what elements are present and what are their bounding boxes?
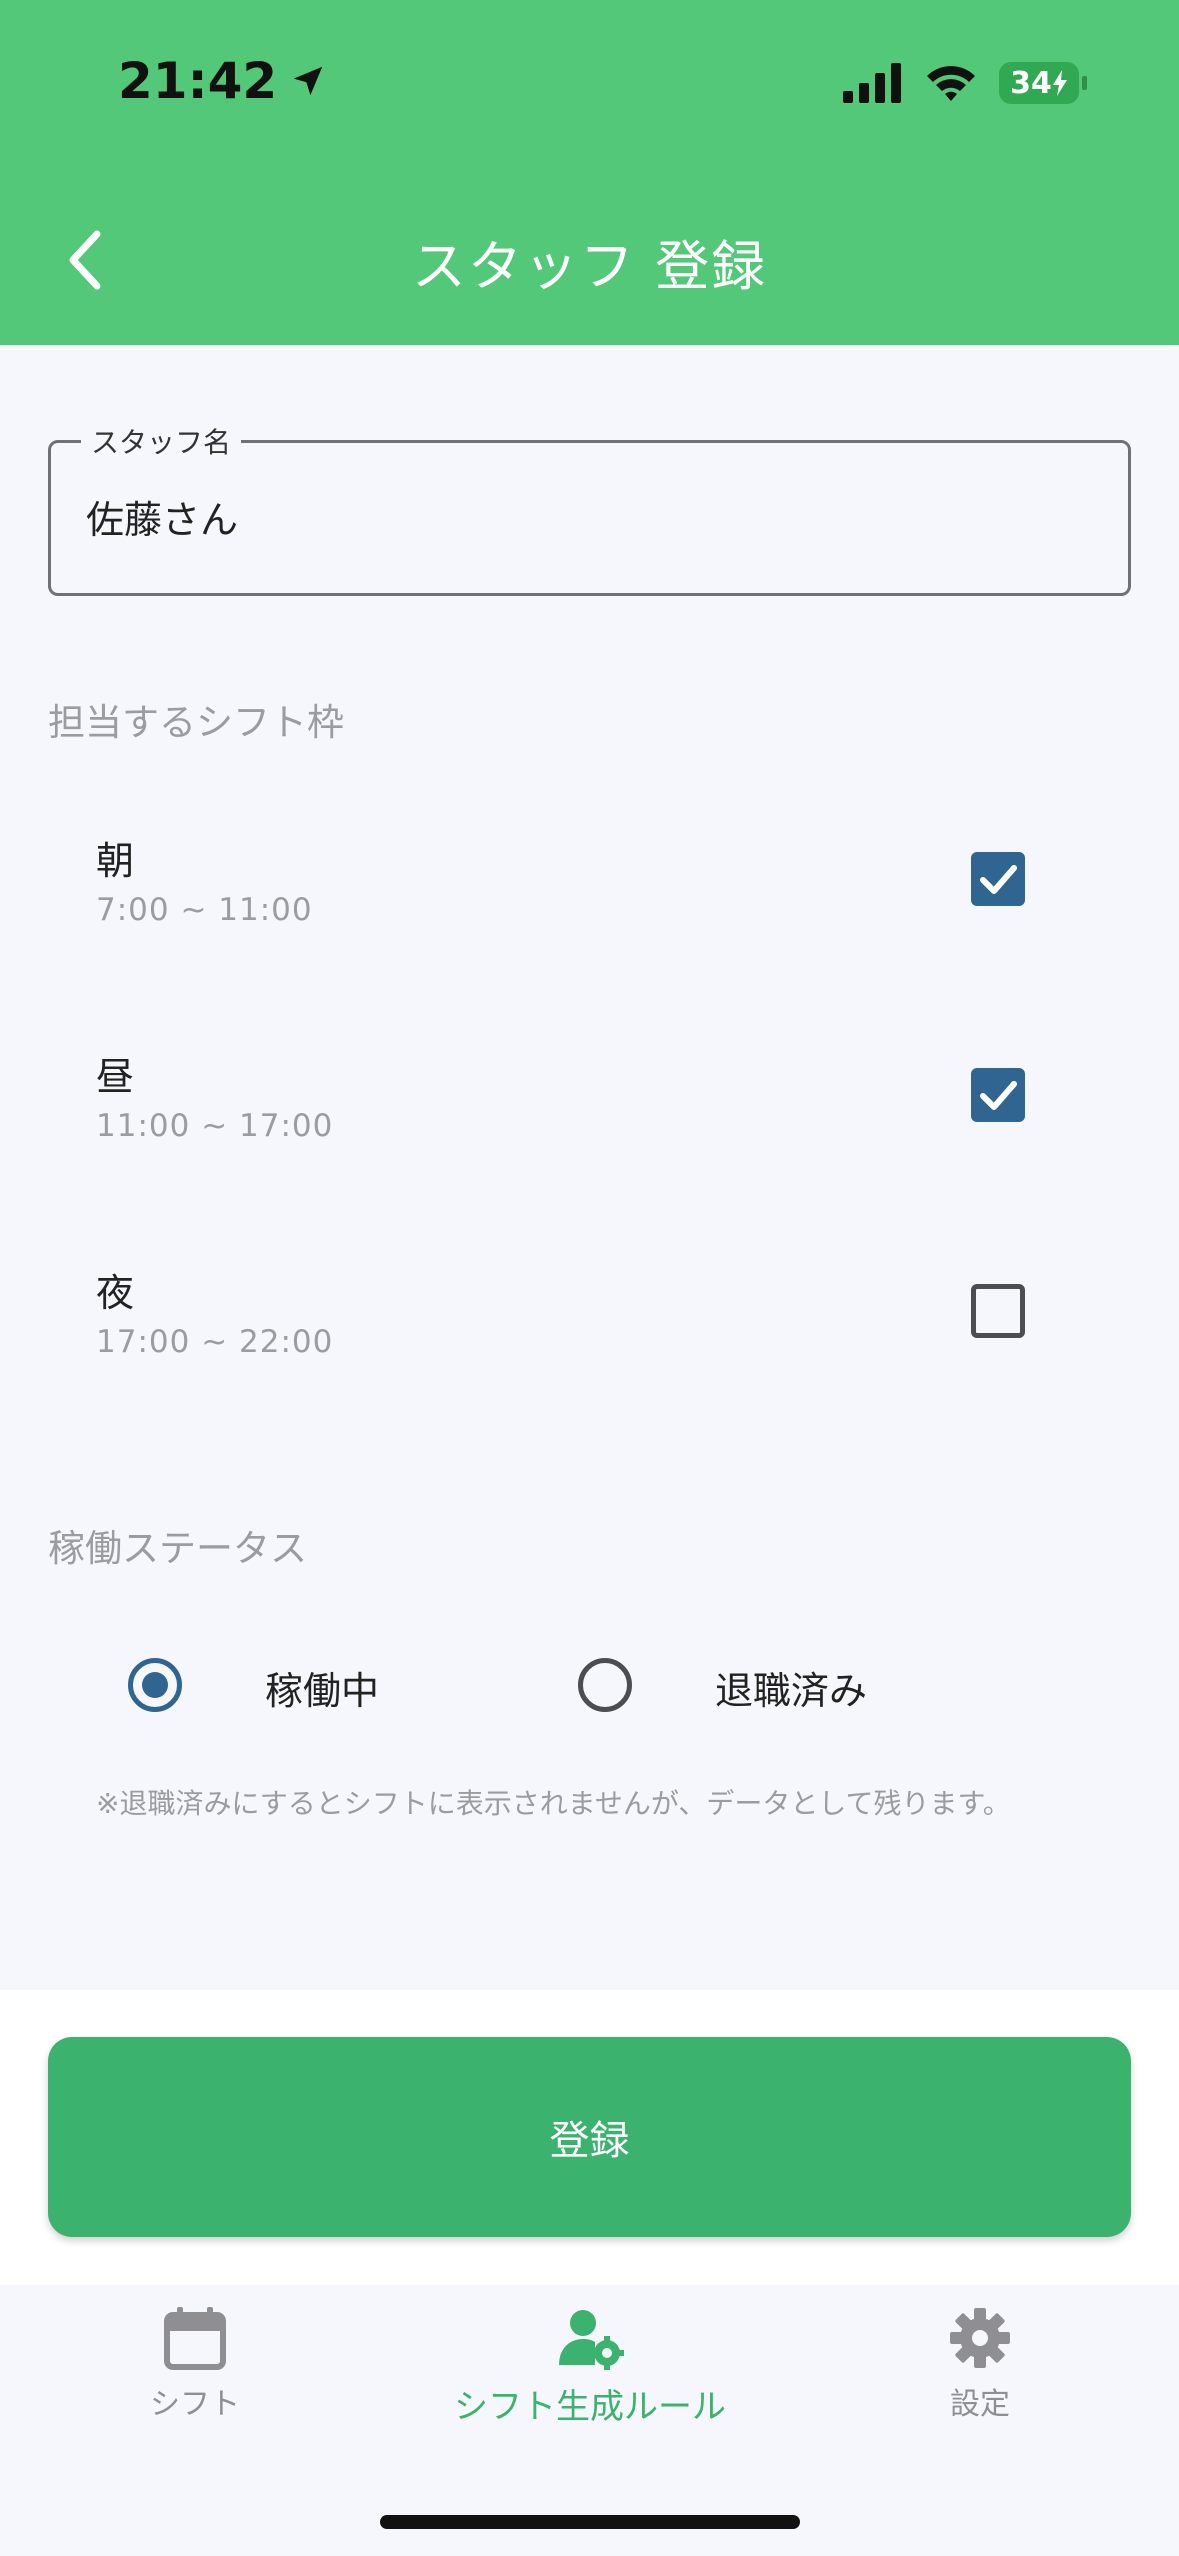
tab-settings-label: 設定	[950, 2387, 1010, 2422]
tab-shift-label: シフト	[150, 2387, 240, 2422]
tab-settings[interactable]: 設定	[930, 2305, 1030, 2423]
user-gear-icon	[559, 2310, 624, 2370]
tab-shift[interactable]: シフト	[145, 2305, 245, 2423]
radio-retired[interactable]	[578, 1658, 632, 1712]
register-button[interactable]: 登録	[48, 2037, 1131, 2237]
bolt-icon	[1052, 70, 1067, 96]
retired-note: ※退職済みにするとシフトに表示されませんが、データとして残ります。	[96, 1787, 1011, 1820]
radio-retired-label[interactable]: 退職済み	[715, 1660, 867, 1715]
shift-row-night[interactable]: 夜 17:00 ~ 22:00	[96, 1262, 1096, 1392]
page-title: スタッフ 登録	[411, 235, 768, 298]
shift-name: 昼	[96, 1055, 135, 1099]
wifi-icon	[927, 66, 975, 101]
battery-charging-icon: 34	[999, 62, 1087, 104]
tab-shift-rules[interactable]: シフト生成ルール	[440, 2305, 740, 2428]
shift-row-noon[interactable]: 昼 11:00 ~ 17:00	[96, 1046, 1096, 1176]
tab-shift-rules-label: シフト生成ルール	[454, 2387, 726, 2427]
radio-active-label[interactable]: 稼働中	[265, 1660, 379, 1715]
staff-name-label: スタッフ名	[81, 421, 242, 461]
status-time-text: 21:42	[118, 52, 278, 110]
status-time: 21:42	[118, 52, 327, 110]
shift-section-label: 担当するシフト枠	[48, 701, 344, 744]
shift-time: 17:00 ~ 22:00	[96, 1324, 334, 1360]
staff-name-value[interactable]: 佐藤さん	[86, 489, 238, 544]
shift-checkbox-morning[interactable]	[971, 852, 1025, 906]
shift-checkbox-noon[interactable]	[971, 1068, 1025, 1122]
status-radio-group: 稼働中 退職済み	[0, 1650, 1179, 1720]
shift-time: 11:00 ~ 17:00	[96, 1108, 334, 1144]
shift-time: 7:00 ~ 11:00	[96, 892, 313, 928]
staff-name-field[interactable]: スタッフ名 佐藤さん	[48, 421, 1131, 596]
cellular-signal-icon	[843, 63, 901, 103]
calendar-icon	[164, 2307, 226, 2370]
status-icons: 34	[843, 62, 1087, 104]
shift-name: 朝	[96, 839, 135, 883]
shift-row-morning[interactable]: 朝 7:00 ~ 11:00	[96, 830, 1096, 960]
check-icon	[980, 865, 1017, 894]
gear-icon	[950, 2308, 1010, 2368]
radio-active[interactable]	[128, 1658, 182, 1712]
home-indicator	[380, 2515, 800, 2529]
app-header: 21:42 34 スタッフ 登録	[0, 0, 1179, 345]
check-icon	[980, 1081, 1017, 1110]
shift-name: 夜	[96, 1271, 135, 1315]
location-arrow-icon	[293, 66, 323, 96]
status-section-label: 稼働ステータス	[48, 1527, 307, 1570]
shift-checkbox-night[interactable]	[971, 1284, 1025, 1338]
battery-level: 34	[1010, 65, 1052, 101]
